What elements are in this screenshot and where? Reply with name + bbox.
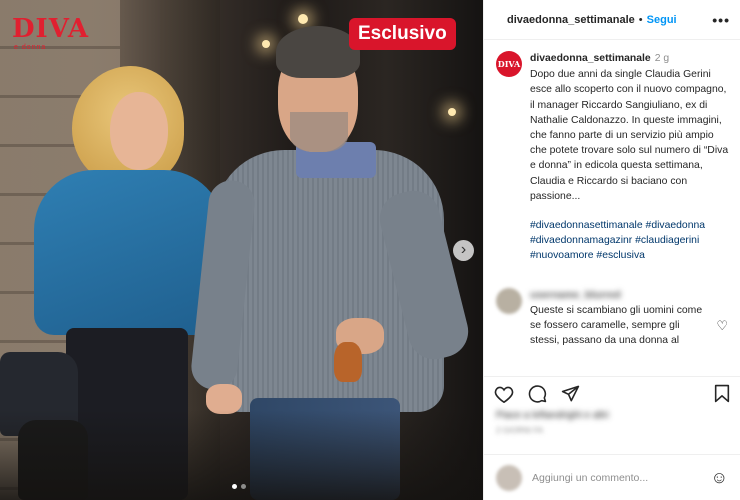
- carousel-dot-active: [232, 484, 237, 489]
- street-lamp: [448, 108, 456, 116]
- post-caption: DIVA divaedonna_settimanale 2 g Dopo due …: [496, 51, 730, 264]
- like-heart-icon[interactable]: [494, 385, 514, 407]
- street-lamp: [262, 40, 270, 48]
- diva-logo: DIVA: [12, 14, 90, 44]
- caption-body: divaedonna_settimanale 2 g Dopo due anni …: [530, 51, 730, 264]
- save-bookmark-icon[interactable]: [714, 384, 730, 407]
- author-avatar[interactable]: DIVA: [496, 51, 522, 77]
- header-username[interactable]: divaedonna_settimanale: [507, 14, 635, 26]
- instagram-post: DIVA e donna Esclusivo › divaedonna_sett…: [0, 0, 740, 500]
- carousel-next-icon[interactable]: ›: [453, 240, 474, 261]
- current-user-avatar: [496, 464, 522, 491]
- commenter-username[interactable]: username_blurred: [530, 288, 710, 303]
- share-paper-plane-icon[interactable]: [561, 384, 580, 407]
- woman-blue-blouse: [34, 170, 224, 335]
- man-hair: [276, 26, 360, 78]
- post-date: 2 GIORNI FA: [496, 426, 544, 435]
- header-separator: •: [638, 13, 643, 26]
- post-photo[interactable]: DIVA e donna Esclusivo ›: [0, 0, 483, 500]
- comment-body: username_blurred Queste si scambiano gli…: [530, 288, 710, 349]
- add-comment-bar: ☺: [484, 454, 740, 500]
- emoji-smiley-icon[interactable]: ☺: [711, 468, 728, 488]
- action-bar: [484, 376, 740, 414]
- comments-scroll-area[interactable]: DIVA divaedonna_settimanale 2 g Dopo due …: [484, 41, 740, 375]
- diva-logo-subtext: e donna: [14, 44, 47, 51]
- caption-hashtags[interactable]: #divaedonnasettimanale #divaedonna #diva…: [530, 218, 730, 264]
- comment-like-heart-icon[interactable]: ♡: [716, 318, 728, 334]
- carousel-dots: [232, 484, 246, 489]
- more-options-icon[interactable]: •••: [712, 12, 730, 28]
- post-side-panel: divaedonna_settimanale • Segui ••• DIVA …: [483, 0, 740, 500]
- exclusive-badge: Esclusivo: [349, 18, 456, 50]
- likes-summary[interactable]: Piace a leftandright e altri: [496, 410, 609, 421]
- comment-text: Queste si scambiano gli uomini come se f…: [530, 304, 703, 347]
- street-lamp: [298, 14, 308, 24]
- comment-item: username_blurred Queste si scambiano gli…: [496, 287, 730, 349]
- caption-timestamp: 2 g: [654, 53, 670, 64]
- comment-bubble-icon[interactable]: [528, 384, 547, 407]
- post-header: divaedonna_settimanale • Segui •••: [484, 0, 740, 40]
- woman-face: [110, 92, 168, 170]
- add-comment-input[interactable]: [532, 471, 692, 484]
- man-beard: [290, 112, 348, 152]
- caption-text: Dopo due anni da single Claudia Gerini e…: [530, 69, 729, 202]
- commenter-avatar[interactable]: [496, 287, 522, 314]
- follow-button[interactable]: Segui: [647, 14, 677, 26]
- carousel-dot: [241, 484, 246, 489]
- caption-username[interactable]: divaedonna_settimanale: [530, 53, 651, 64]
- keychain: [334, 342, 362, 382]
